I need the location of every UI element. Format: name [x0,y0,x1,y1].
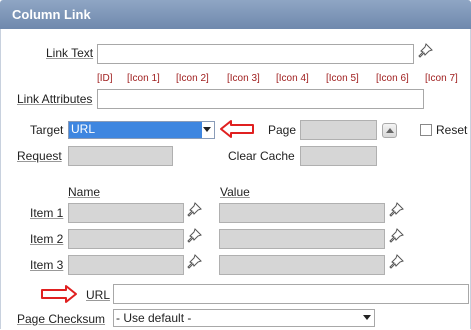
url-label: URL [86,288,111,302]
item-1-label: Item 1 [30,206,64,220]
page-checksum-select[interactable]: - Use default - [113,309,375,327]
target-select[interactable]: URL [68,121,215,139]
link-attributes-label: Link Attributes [17,92,93,106]
annotation-arrow-left-icon [220,120,254,138]
clear-cache-input[interactable] [300,146,377,166]
item-3-label: Item 3 [30,258,64,272]
chevron-down-icon [363,315,371,320]
item-3-value-input[interactable] [219,255,385,275]
pushpin-icon[interactable] [186,201,204,219]
target-selected-value: URL [69,122,202,138]
reset-label: Reset [436,123,468,137]
item-2-value-input[interactable] [219,229,385,249]
pushpin-icon[interactable] [186,227,204,245]
substitution-icon-7[interactable]: [Icon 7] [425,73,458,84]
pushpin-icon[interactable] [417,42,435,60]
request-input[interactable] [68,146,173,166]
value-column-heading: Value [220,185,250,199]
substitution-icon-6[interactable]: [Icon 6] [376,73,409,84]
reset-checkbox[interactable] [420,124,432,136]
request-label: Request [17,149,62,163]
panel-title: Column Link [12,7,91,22]
target-label: Target [30,123,64,137]
substitution-icon-4[interactable]: [Icon 4] [276,73,309,84]
substitution-icon-1[interactable]: [Icon 1] [127,73,160,84]
clear-cache-label: Clear Cache [228,149,295,163]
item-2-name-input[interactable] [68,229,184,249]
pushpin-icon[interactable] [388,201,406,219]
panel-header: Column Link [0,0,471,29]
url-input[interactable] [113,284,469,304]
link-attributes-input[interactable] [97,89,424,109]
annotation-arrow-right-icon [41,285,77,303]
chevron-down-icon [203,127,211,132]
pushpin-icon[interactable] [186,253,204,271]
item-2-label: Item 2 [30,232,64,246]
item-3-name-input[interactable] [68,255,184,275]
substitution-icon-2[interactable]: [Icon 2] [176,73,209,84]
link-text-input[interactable] [97,44,414,64]
page-checksum-selected-value: - Use default - [116,311,192,325]
page-input[interactable] [300,120,377,140]
page-lookup-button[interactable] [382,123,397,138]
pushpin-icon[interactable] [388,253,406,271]
page-label: Page [268,123,297,137]
substitution-icon-3[interactable]: [Icon 3] [227,73,260,84]
item-1-name-input[interactable] [68,203,184,223]
name-column-heading: Name [68,185,101,199]
item-1-value-input[interactable] [219,203,385,223]
substitution-icon-5[interactable]: [Icon 5] [326,73,359,84]
substitution-id[interactable]: [ID] [97,73,113,84]
page-checksum-label: Page Checksum [17,312,106,326]
link-text-label: Link Text [46,46,94,60]
pushpin-icon[interactable] [388,227,406,245]
